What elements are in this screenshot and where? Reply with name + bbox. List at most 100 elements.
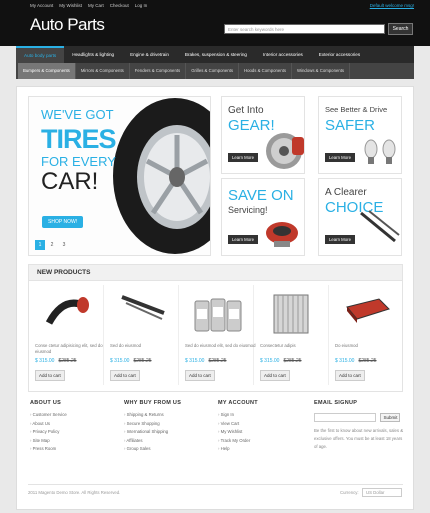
footer-link[interactable]: My Wishlist <box>218 428 258 437</box>
product-image[interactable] <box>110 283 182 341</box>
air-filter-panel-image <box>346 298 390 323</box>
slide-dot-2[interactable]: 2 <box>47 240 57 250</box>
footer-about-title: ABOUT US <box>30 400 62 406</box>
link-my-account[interactable]: My Account <box>30 3 53 8</box>
footer-link[interactable]: Help <box>218 445 258 454</box>
product-price: $ 315.00 $285.25 <box>335 358 407 364</box>
search-input[interactable]: Enter search keywords here <box>224 24 385 34</box>
product-price: $ 315.00 $285.25 <box>260 358 332 364</box>
subnav-grilles[interactable]: Grilles & Components <box>186 63 239 79</box>
subnav-hoods[interactable]: Hoods & Components <box>239 63 293 79</box>
product-name[interactable]: Sed do eiusmod <box>110 343 182 357</box>
footer-account: MY ACCOUNT Sign In View Cart My Wishlist… <box>218 400 258 454</box>
logo[interactable]: Auto Parts <box>30 15 105 35</box>
slide-dot-3[interactable]: 3 <box>59 240 69 250</box>
product-image[interactable] <box>35 283 107 341</box>
subnav-fenders[interactable]: Fenders & Components <box>130 63 187 79</box>
product-image[interactable] <box>335 283 407 341</box>
product-name[interactable]: Do eiusmod <box>335 343 407 357</box>
footer-link[interactable]: Group Sales <box>124 445 181 454</box>
product-image[interactable] <box>185 283 257 341</box>
footer-link[interactable]: Shipping & Returns <box>124 411 181 420</box>
footer-link[interactable]: Track My Order <box>218 437 258 446</box>
subnav-bumpers[interactable]: Bumpers & Components <box>18 63 76 79</box>
slider-pagination: 1 2 3 <box>35 240 69 250</box>
top-bar: My Account My Wishlist My Cart Checkout … <box>0 0 430 46</box>
footer-link[interactable]: Privacy Policy <box>30 428 67 437</box>
email-submit-button[interactable]: Submit <box>380 412 401 422</box>
product-name[interactable]: Consectetur adipis <box>260 343 332 357</box>
hero-banner[interactable]: WE'VE GOT TIRES FOR EVERY CAR! SHOP NOW!… <box>28 96 211 256</box>
nav-brakes[interactable]: Brakes, suspension & steering <box>177 46 255 63</box>
product-old-price: $285.25 <box>58 358 77 364</box>
footer-link[interactable]: Sign In <box>218 411 258 420</box>
hero-line-4: CAR! <box>41 168 99 195</box>
product-name[interactable]: Sed do eiusmod elit, sed do eiusmod <box>185 343 257 357</box>
promo-choice-learn-more[interactable]: Learn More <box>325 235 355 244</box>
email-input[interactable] <box>314 412 376 422</box>
hero-line-3: FOR EVERY <box>41 154 116 169</box>
promo-gear-learn-more[interactable]: Learn More <box>228 153 258 162</box>
footer-link[interactable]: Site Map <box>30 437 67 446</box>
subnav-windows[interactable]: Windows & Components <box>292 63 351 79</box>
nav-interior[interactable]: Interior accessories <box>255 46 311 63</box>
product-name[interactable]: Conse ctetur adipisicing elit, sed do ei… <box>35 343 107 357</box>
link-my-wishlist[interactable]: My Wishlist <box>59 3 82 8</box>
footer-why-title: WHY BUY FROM US <box>124 400 182 406</box>
product-new-price: $ 315.00 <box>335 358 355 364</box>
product-card: Sed do eiusmod elit, sed do eiusmod $ 31… <box>185 283 257 382</box>
footer-link[interactable]: International Shipping <box>124 428 181 437</box>
promo-servicing[interactable]: SAVE ON Servicing! Learn More <box>221 178 305 256</box>
subnav-mirrors[interactable]: Mirrors & Components <box>76 63 130 79</box>
promo-choice-line-1: A Clearer <box>325 187 367 198</box>
footer-link[interactable]: Affiliates <box>124 437 181 446</box>
product-card: Consectetur adipis $ 315.00 $285.25 Add t… <box>260 283 332 382</box>
link-checkout[interactable]: Checkout <box>110 3 129 8</box>
intake-pipe-image <box>45 297 89 325</box>
promo-servicing-line-1: SAVE ON <box>228 187 294 204</box>
currency-select[interactable]: US Dollar <box>362 488 402 497</box>
link-log-in[interactable]: Log In <box>135 3 148 8</box>
add-to-cart-button[interactable]: Add to cart <box>185 370 215 381</box>
add-to-cart-button[interactable]: Add to cart <box>110 370 140 381</box>
footer-divider <box>28 484 403 485</box>
footer-link[interactable]: About Us <box>30 420 67 429</box>
promo-safer-learn-more[interactable]: Learn More <box>325 153 355 162</box>
product-card: Conse ctetur adipisicing elit, sed do ei… <box>35 283 107 382</box>
search-button[interactable]: Search <box>388 23 413 35</box>
product-image[interactable] <box>260 283 332 341</box>
nav-auto-body-parts[interactable]: Auto body parts <box>16 46 65 63</box>
hero-line-1: WE'VE GOT <box>41 107 114 122</box>
new-products: NEW PRODUCTS Conse ctetur adipisicing el… <box>28 264 403 392</box>
product-new-price: $ 315.00 <box>260 358 280 364</box>
copyright: 2011 Magento Demo Store. All Rights Rese… <box>28 490 121 495</box>
add-to-cart-button[interactable]: Add to cart <box>335 370 365 381</box>
product-old-price: $285.25 <box>358 358 377 364</box>
promo-gear-line-1: Get Into <box>228 105 264 116</box>
link-my-cart[interactable]: My Cart <box>88 3 104 8</box>
slide-dot-1[interactable]: 1 <box>35 240 45 250</box>
product-new-price: $ 315.00 <box>185 358 205 364</box>
product-new-price: $ 315.00 <box>110 358 130 364</box>
nav-engine[interactable]: Engine & drivetrain <box>122 46 177 63</box>
promo-choice[interactable]: A Clearer CHOICE Learn More <box>318 178 402 256</box>
product-card: Do eiusmod $ 315.00 $285.25 Add to cart <box>335 283 407 382</box>
footer-link[interactable]: Press Room <box>30 445 67 454</box>
nav-headlights[interactable]: Headlights & lighting <box>64 46 122 63</box>
nav-exterior[interactable]: Exterior accessories <box>311 46 368 63</box>
add-to-cart-button[interactable]: Add to cart <box>35 370 65 381</box>
footer-link[interactable]: View Cart <box>218 420 258 429</box>
footer-link[interactable]: Customer Service <box>30 411 67 420</box>
add-to-cart-button[interactable]: Add to cart <box>260 370 290 381</box>
wiper-image <box>121 295 165 320</box>
product-card: Sed do eiusmod $ 315.00 $285.25 Add to ca… <box>110 283 182 382</box>
brake-disc-image <box>266 133 304 169</box>
footer-link[interactable]: Secure Shopping <box>124 420 181 429</box>
promo-servicing-line-2: Servicing! <box>228 205 268 215</box>
promo-safer[interactable]: See Better & Drive SAFER Learn More <box>318 96 402 174</box>
hero-line-2: TIRES <box>41 124 117 154</box>
promo-gear[interactable]: Get Into GEAR! Learn More <box>221 96 305 174</box>
shop-now-button[interactable]: SHOP NOW! <box>42 216 84 228</box>
promo-servicing-learn-more[interactable]: Learn More <box>228 235 258 244</box>
footer-account-title: MY ACCOUNT <box>218 400 258 406</box>
